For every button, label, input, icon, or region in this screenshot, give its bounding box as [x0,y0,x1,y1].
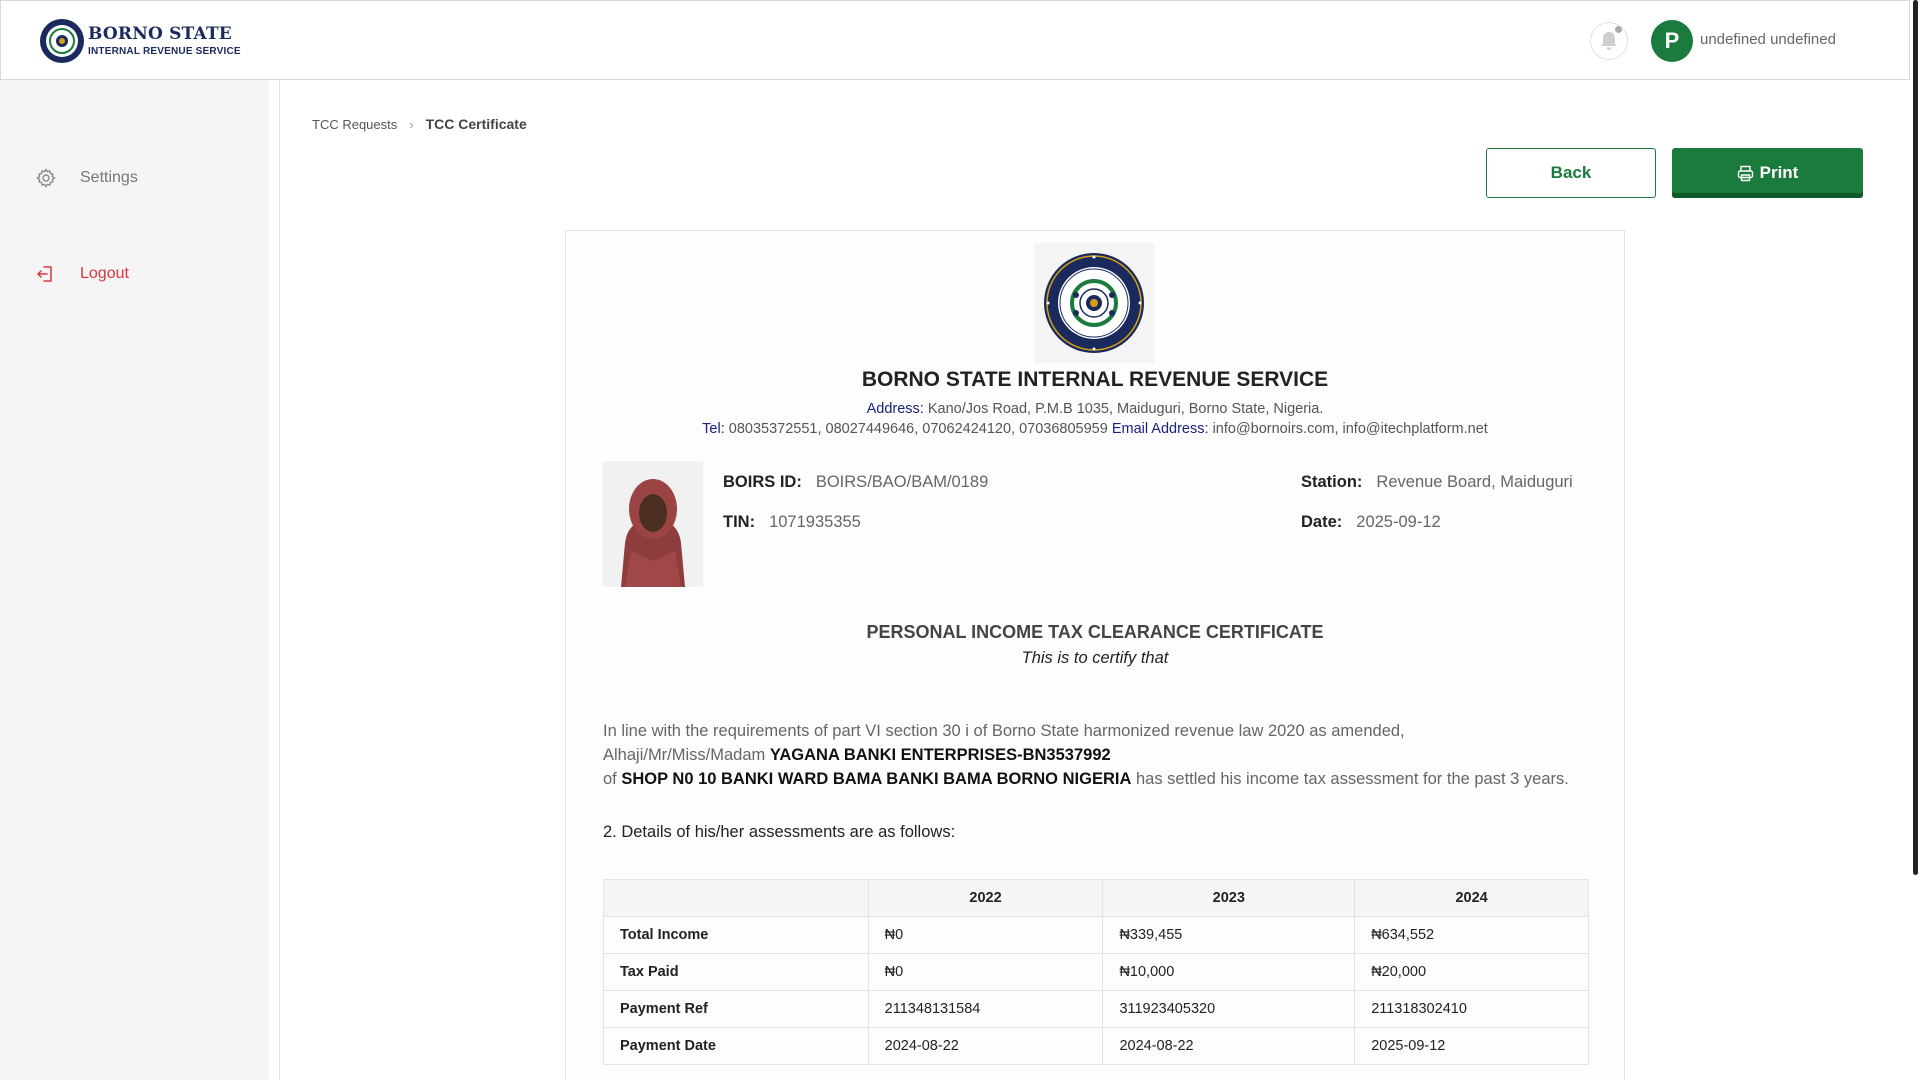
row-label: Payment Date [603,1027,869,1065]
details-heading: 2. Details of his/her assessments are as… [603,823,956,841]
org-name: BORNO STATE INTERNAL REVENUE SERVICE [861,368,1329,391]
scrollbar-thumb[interactable] [1913,0,1918,875]
address-value: Kano/Jos Road, P.M.B 1035, Maiduguri, Bo… [927,401,1324,417]
address-line: Address: Kano/Jos Road, P.M.B 1035, Maid… [566,401,1624,417]
table-header-blank [603,879,869,917]
user-name[interactable]: undefined undefined [1700,31,1836,48]
logo-title: BORNO STATE [88,23,232,44]
bell-icon [1601,32,1617,50]
table-cell: 2025-09-12 [1354,1027,1589,1065]
certificate-seal [1034,243,1154,363]
table-cell: ₦20,000 [1354,953,1589,991]
logo-subtitle: INTERNAL REVENUE SERVICE [88,45,241,57]
row-label: Payment Ref [603,990,869,1028]
table-cell: 311923405320 [1102,990,1356,1028]
sidebar-item-label: Logout [80,265,129,282]
table-row: Tax Paid ₦0 ₦10,000 ₦20,000 [603,953,1589,991]
top-header: BORNO STATE INTERNAL REVENUE SERVICE P u… [0,0,1910,80]
borno-irs-seal-icon [1044,253,1144,353]
back-button[interactable]: Back [1486,148,1656,198]
logout-icon [36,264,56,284]
avatar[interactable]: P [1651,20,1693,62]
main-divider [279,80,280,1080]
print-button[interactable]: Print [1672,148,1863,198]
issue-date: Date: 2025-09-12 [1301,513,1441,531]
certificate-title: PERSONAL INCOME TAX CLEARANCE CERTIFICAT… [866,622,1324,642]
sidebar: Settings Logout [0,80,269,1080]
table-cell: ₦339,455 [1102,916,1356,954]
table-cell: ₦634,552 [1354,916,1589,954]
table-header-row: 2022 2023 2024 [603,879,1589,917]
printer-icon [1737,165,1753,181]
notifications-button[interactable] [1590,22,1628,60]
table-cell: 2024-08-22 [867,1027,1104,1065]
taxpayer-name: YAGANA BANKI ENTERPRISES-BN3537992 [769,746,1111,764]
tcc-certificate: BORNO STATE INTERNAL REVENUE SERVICE Add… [565,230,1625,1080]
chevron-right-icon: › [409,116,414,132]
row-label: Tax Paid [603,953,869,991]
table-cell: 211318302410 [1354,990,1589,1028]
table-header-year: 2023 [1102,879,1356,917]
row-label: Total Income [603,916,869,954]
station: Station: Revenue Board, Maiduguri [1301,473,1573,491]
email-label: Email Address: [1111,421,1209,437]
breadcrumb-tcc-requests[interactable]: TCC Requests [312,117,397,132]
borno-seal-icon [40,19,84,63]
breadcrumb: TCC Requests › TCC Certificate [312,116,527,132]
gear-icon [36,168,56,188]
certificate-subtitle: This is to certify that [1021,649,1169,667]
brand-logo[interactable]: BORNO STATE INTERNAL REVENUE SERVICE [39,18,241,64]
sidebar-item-label: Settings [80,169,138,186]
table-header-year: 2024 [1354,879,1589,917]
print-button-label: Print [1759,163,1799,182]
table-cell: 211348131584 [867,990,1104,1028]
table-row: Payment Date 2024-08-22 2024-08-22 2025-… [603,1027,1589,1065]
contact-line: Tel: 08035372551, 08027449646, 070624241… [566,421,1624,437]
table-cell: ₦0 [867,953,1104,991]
tel-value: 08035372551, 08027449646, 07062424120, 0… [728,421,1108,437]
table-cell: ₦0 [867,916,1104,954]
sidebar-item-logout[interactable]: Logout [36,264,129,284]
table-row: Total Income ₦0 ₦339,455 ₦634,552 [603,916,1589,954]
breadcrumb-current: TCC Certificate [425,116,527,132]
table-row: Payment Ref 211348131584 311923405320 21… [603,990,1589,1028]
address-label: Address: [866,401,924,417]
tel-label: Tel: [702,421,725,437]
sidebar-item-settings[interactable]: Settings [36,168,138,188]
taxpayer-photo [603,461,703,587]
taxpayer-address: SHOP N0 10 BANKI WARD BAMA BANKI BAMA BO… [621,770,1132,788]
email-value: info@bornoirs.com, info@itechplatform.ne… [1212,421,1488,437]
certification-paragraph: In line with the requirements of part VI… [603,722,1569,788]
table-header-year: 2022 [867,879,1104,917]
assessment-table: 2022 2023 2024 Total Income ₦0 ₦339,455 … [603,879,1589,1065]
table-cell: 2024-08-22 [1102,1027,1356,1065]
notification-dot [1615,26,1622,33]
table-cell: ₦10,000 [1102,953,1356,991]
boirs-id: BOIRS ID: BOIRS/BAO/BAM/0189 [723,473,989,491]
tin: TIN: 1071935355 [723,513,861,531]
